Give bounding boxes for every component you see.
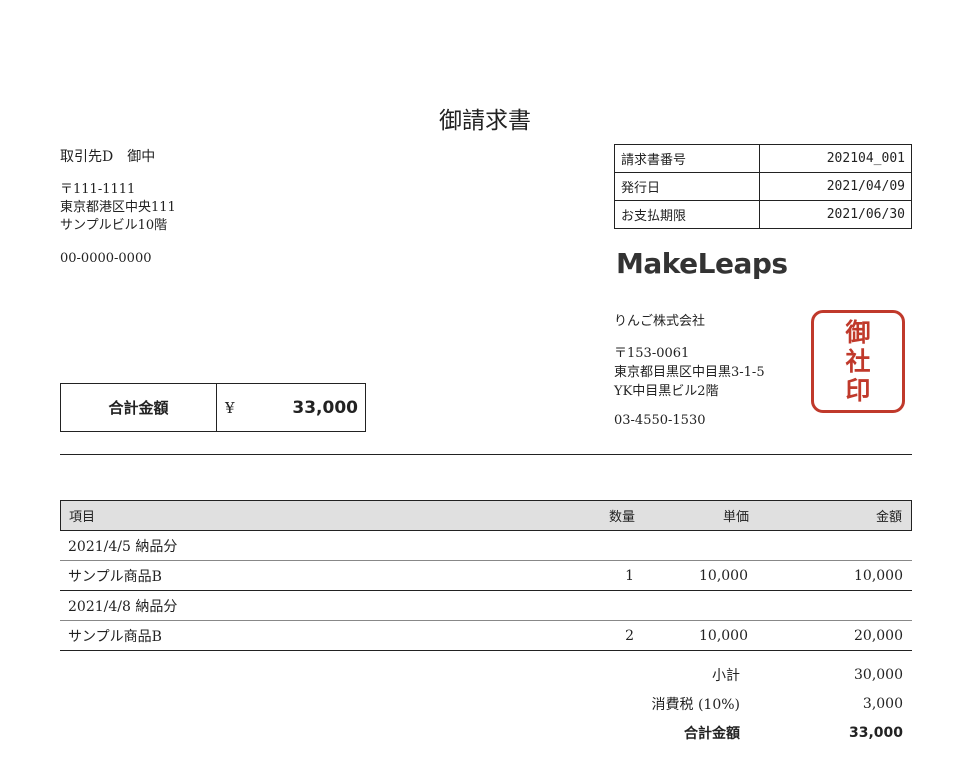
meta-row-issue-date: 発行日 2021/04/09 [614,172,912,201]
table-header: 項目 数量 単価 金額 [60,500,912,531]
client-phone: 00-0000-0000 [60,251,152,266]
summary-block: 小計 30,000 消費税 (10%) 3,000 合計金額 33,000 [560,660,912,747]
tax-value: 3,000 [862,695,903,712]
row-unit-price: 10,000 [699,567,748,584]
row-item: サンプル商品B [68,568,162,585]
header-amount: 金額 [875,510,902,525]
row-qty: 2 [625,627,634,644]
summary-subtotal: 小計 30,000 [560,660,912,689]
table-row: サンプル商品B 1 10,000 10,000 [60,561,912,591]
page-title: 御請求書 [439,108,531,134]
seal-char: 社 [845,347,871,376]
meta-value: 2021/04/09 [759,172,912,201]
invoice-meta-table: 請求書番号 202104_001 発行日 2021/04/09 お支払期限 20… [614,144,912,229]
total-label: 合計金額 [61,384,217,431]
seal-char: 印 [845,376,871,405]
meta-value: 202104_001 [759,144,912,173]
tax-label: 消費税 (10%) [651,696,741,713]
company-address: 〒153-0061 東京都目黒区中目黒3-1-5 YK中目黒ビル2階 [614,344,765,401]
row-item: サンプル商品B [68,628,162,645]
client-name: 取引先D 御中 [60,149,156,165]
grand-total-value: 33,000 [848,724,903,741]
client-address: 〒111-1111 東京都港区中央111 サンプルビル10階 [60,181,176,235]
row-unit-price: 10,000 [699,627,748,644]
company-zip: 〒153-0061 [614,346,690,361]
line-items-table: 項目 数量 単価 金額 2021/4/5 納品分 サンプル商品B 1 10,00… [60,500,912,651]
header-item: 項目 [69,510,96,525]
row-amount: 10,000 [854,567,903,584]
summary-tax: 消費税 (10%) 3,000 [560,689,912,718]
company-name: りんご株式会社 [614,314,706,329]
row-qty: 1 [625,567,634,584]
meta-row-due-date: お支払期限 2021/06/30 [614,200,912,229]
company-phone: 03-4550-1530 [614,413,706,428]
summary-total: 合計金額 33,000 [560,718,912,747]
company-address-line2: YK中目黒ビル2階 [614,384,719,399]
grand-total-label: 合計金額 [684,725,740,742]
table-row: サンプル商品B 2 10,000 20,000 [60,621,912,651]
total-amount-box: 合計金額 ¥ 33,000 [60,383,366,432]
company-seal-stamp: 御 社 印 [811,310,905,413]
total-amount: 33,000 [292,397,358,418]
header-unit-price: 単価 [722,510,749,525]
client-zip: 〒111-1111 [60,182,136,197]
row-amount: 20,000 [854,627,903,644]
meta-row-invoice-number: 請求書番号 202104_001 [614,144,912,173]
meta-label: お支払期限 [614,200,760,229]
subtotal-label: 小計 [712,667,740,684]
table-row: 2021/4/8 納品分 [60,591,912,621]
meta-label: 発行日 [614,172,760,201]
row-item: 2021/4/5 納品分 [68,538,178,555]
currency-symbol: ¥ [225,398,235,417]
section-divider [60,454,912,455]
meta-label: 請求書番号 [614,144,760,173]
client-address-line1: 東京都港区中央111 [60,200,176,215]
row-item: 2021/4/8 納品分 [68,598,178,615]
meta-value: 2021/06/30 [759,200,912,229]
seal-char: 御 [845,318,871,347]
company-logo: MakeLeaps [616,247,788,280]
table-row: 2021/4/5 納品分 [60,531,912,561]
company-address-line1: 東京都目黒区中目黒3-1-5 [614,365,765,380]
client-address-line2: サンプルビル10階 [60,218,168,233]
header-qty: 数量 [608,510,635,525]
subtotal-value: 30,000 [854,666,903,683]
